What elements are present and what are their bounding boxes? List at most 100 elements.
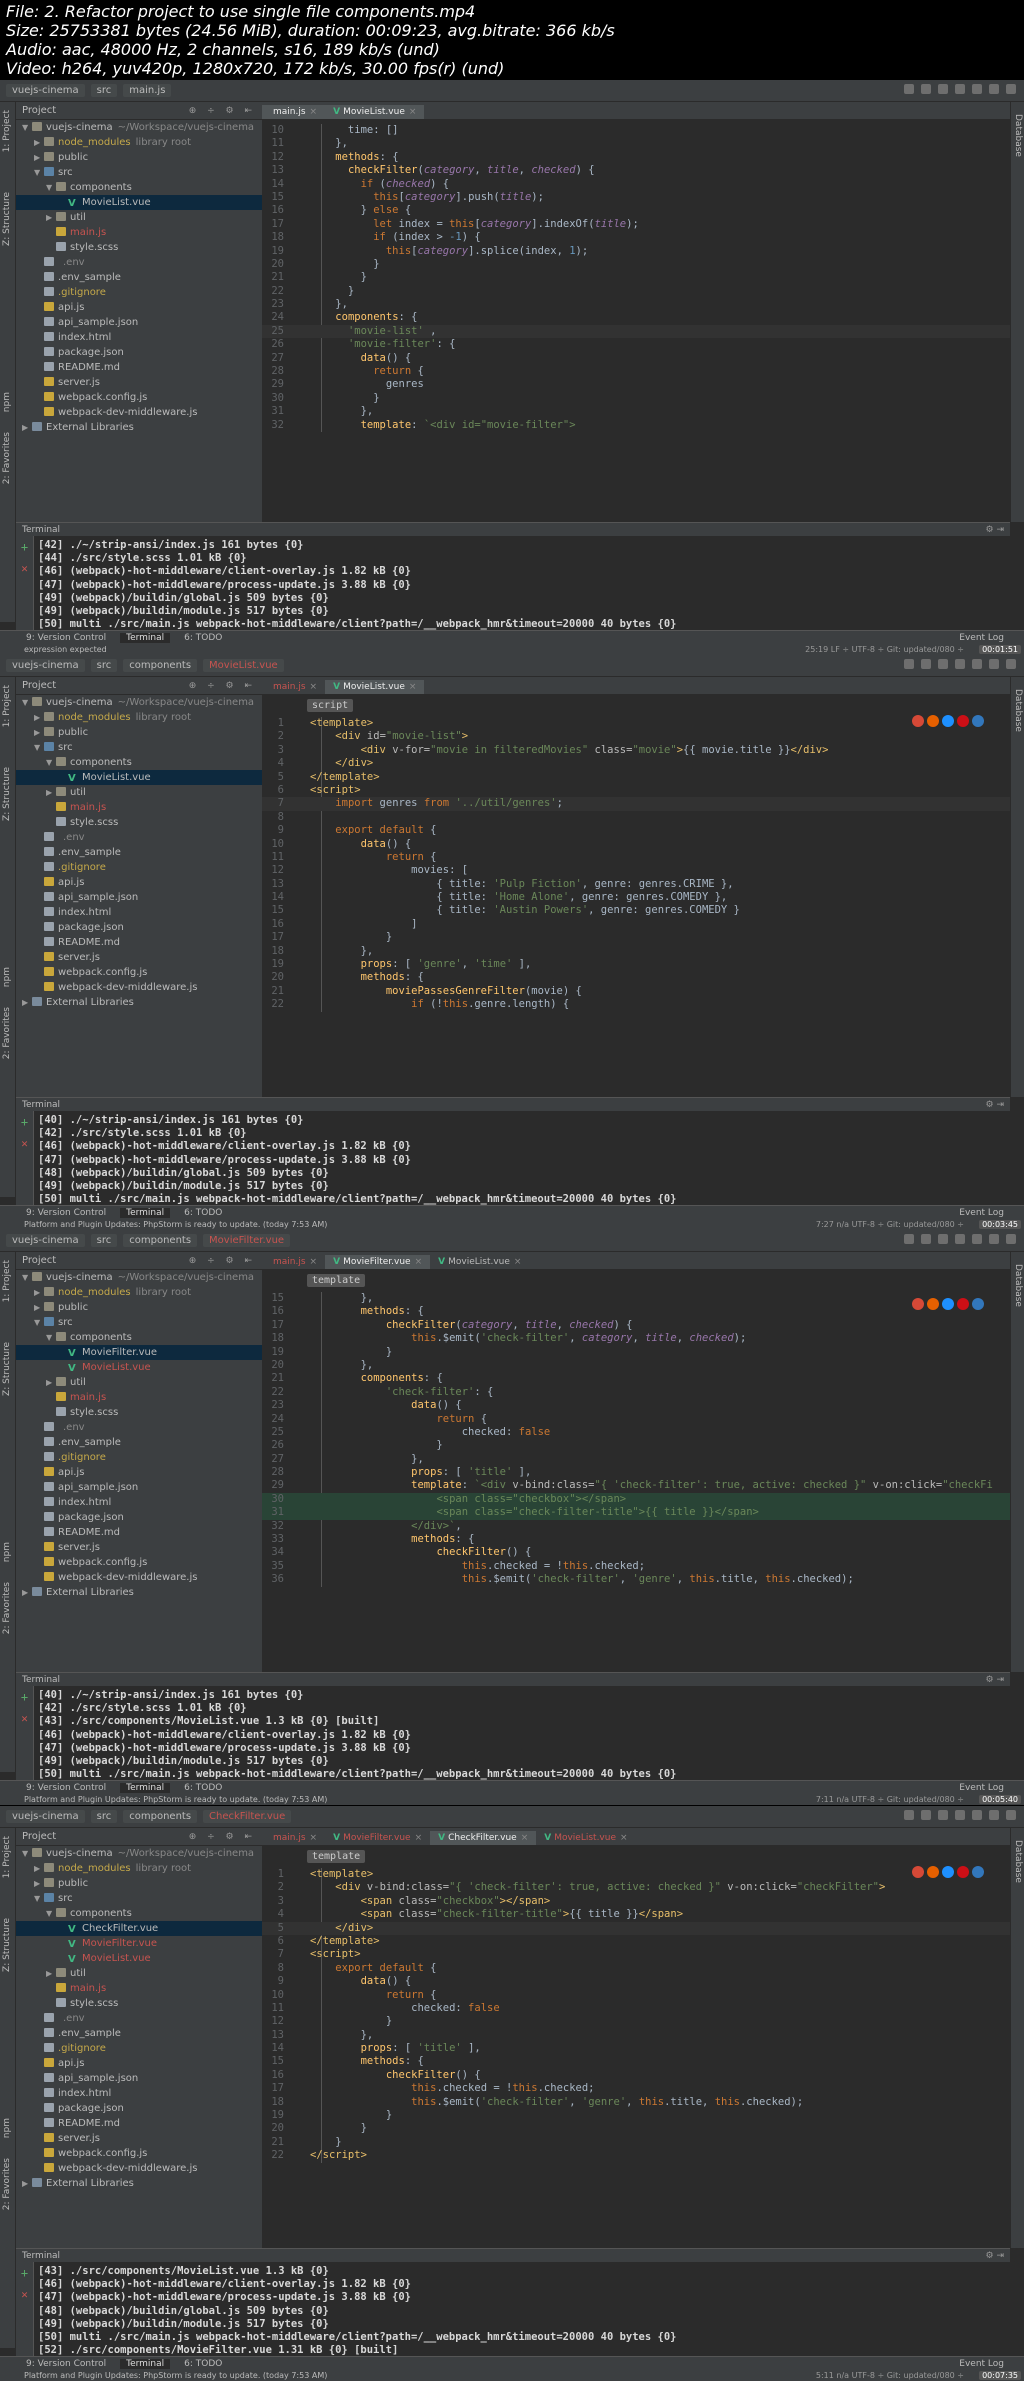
tree-item-selected[interactable]: V MovieList.vue	[16, 195, 262, 210]
coverage-icon[interactable]	[955, 659, 965, 669]
breadcrumb-item[interactable]: components	[123, 1234, 198, 1247]
breadcrumb-item[interactable]: vuejs-cinema	[6, 1234, 85, 1247]
new-terminal-icon[interactable]: +	[16, 2266, 33, 2280]
tree-expand-arrow-icon[interactable]: ▼	[34, 165, 44, 180]
editor-tab[interactable]: V MovieFilter.vue ×	[325, 1255, 431, 1269]
terminal-panel[interactable]: Terminal ⚙ ⇥ + ✕ [40] ./~/strip-ansi/index.j…	[16, 1097, 1010, 1230]
run-config-icon[interactable]	[904, 659, 914, 669]
editor-tab[interactable]: main.js ×	[262, 1255, 325, 1269]
stop-icon[interactable]	[972, 659, 982, 669]
status-message[interactable]: Platform and Plugin Updates: PhpStorm is…	[24, 2371, 327, 2380]
tree-item[interactable]: .gitignore	[16, 2041, 262, 2056]
tree-item[interactable]: ▼ src	[16, 1891, 262, 1906]
tree-item[interactable]: package.json	[16, 920, 262, 935]
debug-icon[interactable]	[938, 84, 948, 94]
status-message[interactable]: Platform and Plugin Updates: PhpStorm is…	[24, 1220, 327, 1229]
npm-tool-tab[interactable]: npm	[2, 1542, 12, 1562]
tree-item[interactable]: main.js	[16, 1390, 262, 1405]
tree-item[interactable]: index.html	[16, 2086, 262, 2101]
terminal-panel[interactable]: Terminal ⚙ ⇥ + ✕ [43] ./src/components/Movie…	[16, 2248, 1010, 2381]
tree-item[interactable]: main.js	[16, 1981, 262, 1996]
vcs-icon[interactable]	[989, 659, 999, 669]
tree-item-selected[interactable]: V CheckFilter.vue	[16, 1921, 262, 1936]
tree-item[interactable]: server.js	[16, 375, 262, 390]
breadcrumb-item[interactable]: src	[90, 1234, 118, 1247]
tree-expand-arrow-icon[interactable]: ▶	[46, 210, 56, 225]
close-tab-icon[interactable]: ×	[409, 682, 417, 692]
editor-tab[interactable]: main.js ×	[262, 680, 325, 694]
terminal-tab[interactable]: Terminal	[120, 2358, 171, 2369]
ie-icon[interactable]	[972, 715, 984, 727]
run-icon[interactable]	[921, 659, 931, 669]
safari-icon[interactable]	[942, 715, 954, 727]
database-tool-tab[interactable]: Database	[1013, 689, 1023, 732]
project-panel-actions-icon[interactable]: ⊕ ÷ ⚙ ⇤	[189, 1832, 262, 1842]
breadcrumb-item[interactable]: main.js	[123, 84, 172, 97]
tree-item[interactable]: ▼ components	[16, 1906, 262, 1921]
run-icon[interactable]	[921, 84, 931, 94]
close-tab-icon[interactable]: ×	[521, 1833, 529, 1843]
tree-item[interactable]: README.md	[16, 935, 262, 950]
code-area[interactable]: 15 }, 16 methods: {17 checkFilter(categor…	[262, 1292, 1010, 1587]
close-terminal-icon[interactable]: ✕	[16, 1137, 33, 1150]
tree-expand-arrow-icon[interactable]: ▶	[22, 420, 32, 435]
status-message[interactable]: Platform and Plugin Updates: PhpStorm is…	[24, 1795, 327, 1804]
tree-item[interactable]: ▶ External Libraries	[16, 2176, 262, 2191]
tree-item-selected[interactable]: V MovieFilter.vue	[16, 1345, 262, 1360]
tree-item[interactable]: index.html	[16, 1495, 262, 1510]
todo-tab[interactable]: 6: TODO	[184, 1208, 222, 1218]
vcs-icon[interactable]	[989, 84, 999, 94]
coverage-icon[interactable]	[955, 1234, 965, 1244]
breadcrumb-item[interactable]: vuejs-cinema	[6, 84, 85, 97]
tree-item[interactable]: ▶ External Libraries	[16, 1585, 262, 1600]
tree-item[interactable]: package.json	[16, 345, 262, 360]
project-tool-tab[interactable]: 1: Project	[2, 1836, 12, 1878]
tree-item[interactable]: ▶ node_modules library root	[16, 135, 262, 150]
tree-item[interactable]: ▶ util	[16, 1375, 262, 1390]
opera-icon[interactable]	[957, 1298, 969, 1310]
editor-tab[interactable]: V CheckFilter.vue ×	[430, 1831, 537, 1845]
tree-root[interactable]: ▼ vuejs-cinema ~/Workspace/vuejs-cinema	[16, 1846, 262, 1861]
search-icon[interactable]	[1006, 84, 1016, 94]
npm-tool-tab[interactable]: npm	[2, 2118, 12, 2138]
code-editor[interactable]: main.js × V MovieFilter.vue × V MovieList.vue ×…	[262, 1252, 1010, 1672]
new-terminal-icon[interactable]: +	[16, 1690, 33, 1704]
code-editor[interactable]: main.js × V MovieFilter.vue × V CheckFilter.vu…	[262, 1828, 1010, 2248]
tree-item[interactable]: V MovieList.vue	[16, 1360, 262, 1375]
tree-item[interactable]: api.js	[16, 300, 262, 315]
search-icon[interactable]	[1006, 1810, 1016, 1820]
close-tab-icon[interactable]: ×	[620, 1833, 628, 1843]
safari-icon[interactable]	[942, 1866, 954, 1878]
tree-item[interactable]: .gitignore	[16, 860, 262, 875]
tree-expand-arrow-icon[interactable]: ▼	[34, 1891, 44, 1906]
tree-item[interactable]: style.scss	[16, 240, 262, 255]
code-editor[interactable]: main.js × V MovieList.vue × script 1 <template>…	[262, 677, 1010, 1097]
project-tool-tab[interactable]: 1: Project	[2, 110, 12, 152]
tree-item[interactable]: .env_sample	[16, 2026, 262, 2041]
tree-item[interactable]: ▶ public	[16, 150, 262, 165]
breadcrumb-item[interactable]: MovieList.vue	[203, 659, 284, 672]
editor-tab[interactable]: V MovieList.vue ×	[325, 105, 425, 119]
tree-item[interactable]: V MovieList.vue	[16, 1951, 262, 1966]
tree-item[interactable]: ▶ util	[16, 1966, 262, 1981]
tree-item[interactable]: ▶ node_modules library root	[16, 1285, 262, 1300]
tree-expand-arrow-icon[interactable]: ▶	[34, 710, 44, 725]
terminal-panel[interactable]: Terminal ⚙ ⇥ + ✕ [42] ./~/strip-ansi/index.j…	[16, 522, 1010, 655]
tree-item[interactable]: server.js	[16, 2131, 262, 2146]
favorites-tool-tab[interactable]: 2: Favorites	[2, 1007, 12, 1059]
tree-item[interactable]: .gitignore	[16, 1450, 262, 1465]
tree-item[interactable]: main.js	[16, 225, 262, 240]
editor-tab[interactable]: V MovieFilter.vue ×	[325, 1831, 430, 1845]
tree-root[interactable]: ▼ vuejs-cinema ~/Workspace/vuejs-cinema	[16, 695, 262, 710]
tree-item[interactable]: .env	[16, 830, 262, 845]
editor-tab[interactable]: V MovieList.vue ×	[430, 1255, 529, 1269]
editor-tab[interactable]: main.js ×	[262, 105, 326, 119]
firefox-icon[interactable]	[927, 715, 939, 727]
run-icon[interactable]	[921, 1810, 931, 1820]
close-tab-icon[interactable]: ×	[415, 1833, 423, 1843]
tree-item[interactable]: ▶ util	[16, 210, 262, 225]
tree-expand-arrow-icon[interactable]: ▶	[22, 995, 32, 1010]
structure-tool-tab[interactable]: Z: Structure	[2, 192, 12, 246]
tree-item[interactable]: style.scss	[16, 1405, 262, 1420]
tree-item[interactable]: ▶ util	[16, 785, 262, 800]
